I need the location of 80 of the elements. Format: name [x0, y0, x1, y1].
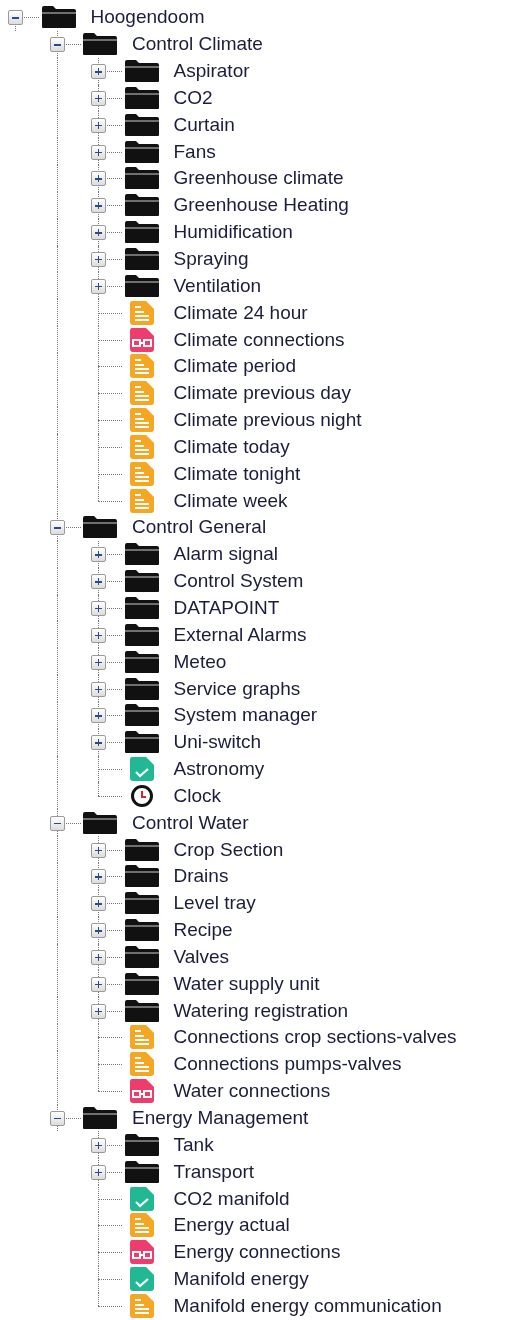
tree-item-label[interactable]: Control System [173, 570, 304, 593]
expand-toggle[interactable] [91, 1003, 106, 1019]
expand-toggle[interactable] [91, 842, 106, 858]
tree-item-label[interactable]: Watering registration [173, 999, 349, 1022]
expand-toggle[interactable] [91, 64, 106, 80]
tree-item-label[interactable]: Curtain [173, 113, 235, 136]
expand-toggle[interactable] [91, 90, 106, 106]
expand-toggle[interactable] [91, 869, 106, 885]
tree-item-label[interactable]: Climate previous day [173, 382, 351, 405]
tree-item-label[interactable]: Greenhouse climate [173, 167, 344, 190]
tree-item-label[interactable]: Humidification [173, 221, 293, 244]
tree-item-label[interactable]: Energy connections [173, 1241, 341, 1264]
tree-item-label[interactable]: Drains [173, 865, 229, 888]
tree-item-label[interactable]: External Alarms [173, 623, 307, 646]
tree-item-label[interactable]: Climate connections [173, 328, 345, 351]
tree-item-label[interactable]: Control Climate [132, 33, 263, 56]
expand-toggle[interactable] [91, 627, 106, 643]
tree-item-label[interactable]: Water connections [173, 1080, 331, 1103]
tree-item-label[interactable]: Climate 24 hour [173, 301, 308, 324]
tree-item-label[interactable]: Service graphs [173, 677, 301, 700]
tree-item-label[interactable]: Spraying [173, 248, 249, 270]
tree-item-label[interactable]: Connections crop sections-valves [173, 1026, 457, 1049]
tree-item-label[interactable]: DATAPOINT [173, 597, 280, 619]
tree-item-label[interactable]: Ventilation [173, 274, 262, 297]
tree-item-label[interactable]: Hoogendoom [90, 6, 205, 29]
tree-item-label[interactable]: System manager [173, 704, 318, 727]
tree-item-label[interactable]: Greenhouse Heating [173, 194, 349, 217]
expand-toggle[interactable] [91, 117, 106, 133]
expand-toggle[interactable] [91, 654, 106, 670]
tree-item-label[interactable]: Fans [173, 140, 216, 163]
expand-toggle[interactable] [91, 923, 106, 939]
tree-item-label[interactable]: Climate tonight [173, 462, 301, 485]
tree-item-label[interactable]: Control General [132, 516, 267, 539]
expand-toggle[interactable] [91, 144, 106, 160]
tree-item-label[interactable]: CO2 manifold [173, 1187, 290, 1210]
expand-toggle[interactable] [91, 681, 106, 697]
tree-item-label[interactable]: Aspirator [173, 60, 250, 83]
collapse-toggle[interactable] [49, 1111, 65, 1126]
expand-toggle[interactable] [91, 601, 106, 616]
expand-toggle[interactable] [91, 252, 106, 267]
collapse-toggle[interactable] [8, 10, 23, 26]
tree-item-label[interactable]: Control Water [132, 811, 249, 834]
tree-item-label[interactable]: Level tray [173, 892, 256, 915]
expand-toggle[interactable] [91, 574, 106, 590]
tree-item-label[interactable]: Manifold energy communication [173, 1294, 442, 1317]
expand-toggle[interactable] [91, 949, 106, 965]
tree-item-label[interactable]: Climate period [173, 355, 296, 378]
expand-toggle[interactable] [91, 225, 106, 241]
tree-item-label[interactable]: Climate today [173, 435, 290, 458]
expand-toggle[interactable] [91, 735, 106, 751]
tree-item-label[interactable]: Uni-switch [173, 731, 262, 754]
expand-toggle[interactable] [91, 547, 106, 563]
tree-item-label[interactable]: Valves [173, 945, 230, 968]
expand-toggle[interactable] [91, 198, 106, 214]
tree-item-label[interactable]: Manifold energy [173, 1268, 309, 1291]
tree-item-label[interactable]: Meteo [173, 650, 227, 673]
tree-item-label[interactable]: Climate previous night [173, 409, 362, 432]
expand-toggle[interactable] [91, 171, 106, 187]
tree-item-label[interactable]: Recipe [173, 919, 233, 942]
tree-item-label[interactable]: Climate week [173, 489, 288, 512]
expand-toggle[interactable] [91, 1164, 106, 1180]
tree-item-label[interactable]: Alarm signal [173, 543, 279, 566]
tree-item-label[interactable]: Transport [173, 1160, 255, 1183]
collapse-toggle[interactable] [49, 37, 65, 53]
tree-item-label[interactable]: Connections pumps-valves [173, 1053, 402, 1076]
tree-item-label[interactable]: Tank [173, 1133, 214, 1156]
expand-toggle[interactable] [91, 278, 106, 294]
tree-item-label[interactable]: Astronomy [173, 758, 265, 781]
expand-toggle[interactable] [91, 1137, 106, 1153]
tree-item-label[interactable]: Energy actual [173, 1214, 290, 1237]
tree-item-label[interactable]: Clock [173, 784, 221, 807]
collapse-toggle[interactable] [49, 815, 65, 831]
collapse-toggle[interactable] [49, 520, 65, 536]
tree-item-label[interactable]: Water supply unit [173, 972, 320, 995]
expand-toggle[interactable] [91, 896, 106, 912]
tree-item-label[interactable]: CO2 [173, 86, 213, 109]
expand-toggle[interactable] [91, 708, 106, 724]
expand-toggle[interactable] [91, 976, 106, 992]
tree-item-label[interactable]: Energy Management [132, 1107, 309, 1129]
tree-item-label[interactable]: Crop Section [173, 838, 284, 861]
